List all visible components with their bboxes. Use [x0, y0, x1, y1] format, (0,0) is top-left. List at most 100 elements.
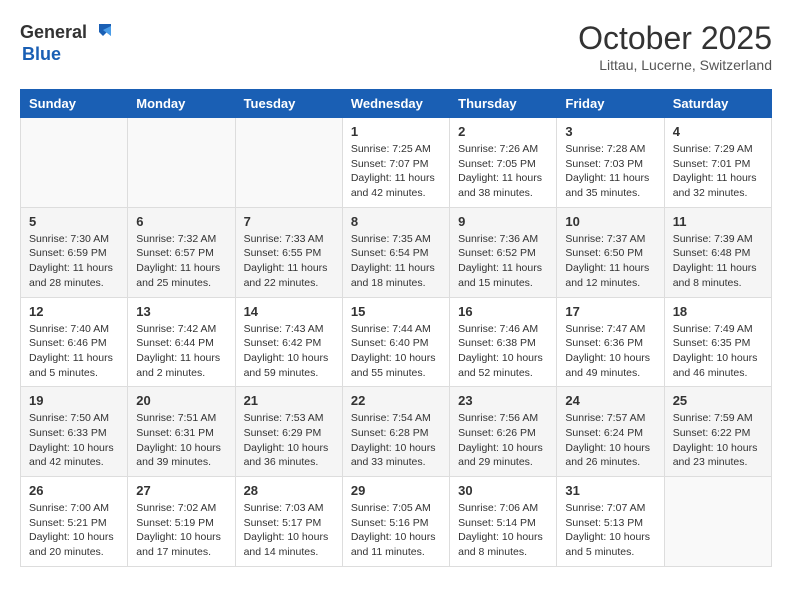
calendar-cell: 26 Sunrise: 7:00 AM Sunset: 5:21 PM Dayli… — [21, 477, 128, 567]
calendar-cell: 1Sunrise: 7:25 AM Sunset: 7:07 PM Daylig… — [342, 118, 449, 208]
calendar-cell: 16 Sunrise: 7:46 AM Sunset: 6:38 PM Dayli… — [450, 297, 557, 387]
calendar-cell: 12 Sunrise: 7:40 AM Sunset: 6:46 PM Dayli… — [21, 297, 128, 387]
day-number: 11 — [673, 214, 763, 229]
day-info: Sunrise: 7:32 AM Sunset: 6:57 PM Dayligh… — [136, 232, 226, 291]
day-number: 6 — [136, 214, 226, 229]
day-info: Sunrise: 7:30 AM Sunset: 6:59 PM Dayligh… — [29, 232, 119, 291]
logo-general: General — [20, 22, 87, 43]
calendar-cell: 23 Sunrise: 7:56 AM Sunset: 6:26 PM Dayli… — [450, 387, 557, 477]
calendar-cell: 5Sunrise: 7:30 AM Sunset: 6:59 PM Daylig… — [21, 207, 128, 297]
day-info: Sunrise: 7:47 AM Sunset: 6:36 PM Dayligh… — [565, 322, 655, 381]
day-number: 21 — [244, 393, 334, 408]
day-info: Sunrise: 7:54 AM Sunset: 6:28 PM Dayligh… — [351, 411, 441, 470]
day-number: 30 — [458, 483, 548, 498]
header-monday: Monday — [128, 90, 235, 118]
header-friday: Friday — [557, 90, 664, 118]
calendar-cell: 2 Sunrise: 7:26 AM Sunset: 7:05 PM Daylig… — [450, 118, 557, 208]
calendar-cell: 20 Sunrise: 7:51 AM Sunset: 6:31 PM Dayli… — [128, 387, 235, 477]
day-number: 10 — [565, 214, 655, 229]
day-info: Sunrise: 7:29 AM Sunset: 7:01 PM Dayligh… — [673, 142, 763, 201]
day-number: 20 — [136, 393, 226, 408]
header-tuesday: Tuesday — [235, 90, 342, 118]
calendar-cell — [21, 118, 128, 208]
calendar-cell: 3 Sunrise: 7:28 AM Sunset: 7:03 PM Daylig… — [557, 118, 664, 208]
calendar-week-row: 5Sunrise: 7:30 AM Sunset: 6:59 PM Daylig… — [21, 207, 772, 297]
day-number: 7 — [244, 214, 334, 229]
calendar-cell: 17 Sunrise: 7:47 AM Sunset: 6:36 PM Dayli… — [557, 297, 664, 387]
calendar-cell: 19Sunrise: 7:50 AM Sunset: 6:33 PM Dayli… — [21, 387, 128, 477]
calendar-cell — [664, 477, 771, 567]
logo-icon — [89, 20, 113, 44]
day-info: Sunrise: 7:57 AM Sunset: 6:24 PM Dayligh… — [565, 411, 655, 470]
calendar-cell: 6 Sunrise: 7:32 AM Sunset: 6:57 PM Daylig… — [128, 207, 235, 297]
day-number: 19 — [29, 393, 119, 408]
day-info: Sunrise: 7:37 AM Sunset: 6:50 PM Dayligh… — [565, 232, 655, 291]
calendar-cell: 13Sunrise: 7:42 AM Sunset: 6:44 PM Dayli… — [128, 297, 235, 387]
calendar-cell: 31 Sunrise: 7:07 AM Sunset: 5:13 PM Dayli… — [557, 477, 664, 567]
calendar-cell: 8Sunrise: 7:35 AM Sunset: 6:54 PM Daylig… — [342, 207, 449, 297]
calendar-week-row: 12 Sunrise: 7:40 AM Sunset: 6:46 PM Dayli… — [21, 297, 772, 387]
day-info: Sunrise: 7:43 AM Sunset: 6:42 PM Dayligh… — [244, 322, 334, 381]
calendar-cell: 15Sunrise: 7:44 AM Sunset: 6:40 PM Dayli… — [342, 297, 449, 387]
day-info: Sunrise: 7:00 AM Sunset: 5:21 PM Dayligh… — [29, 501, 119, 560]
calendar-cell: 18Sunrise: 7:49 AM Sunset: 6:35 PM Dayli… — [664, 297, 771, 387]
calendar-cell: 11 Sunrise: 7:39 AM Sunset: 6:48 PM Dayli… — [664, 207, 771, 297]
header-thursday: Thursday — [450, 90, 557, 118]
day-number: 31 — [565, 483, 655, 498]
calendar-cell: 7 Sunrise: 7:33 AM Sunset: 6:55 PM Daylig… — [235, 207, 342, 297]
calendar-header-row: SundayMondayTuesdayWednesdayThursdayFrid… — [21, 90, 772, 118]
day-number: 26 — [29, 483, 119, 498]
logo-blue: Blue — [22, 44, 61, 64]
day-info: Sunrise: 7:46 AM Sunset: 6:38 PM Dayligh… — [458, 322, 548, 381]
calendar-cell: 28 Sunrise: 7:03 AM Sunset: 5:17 PM Dayli… — [235, 477, 342, 567]
day-info: Sunrise: 7:03 AM Sunset: 5:17 PM Dayligh… — [244, 501, 334, 560]
calendar-cell: 27Sunrise: 7:02 AM Sunset: 5:19 PM Dayli… — [128, 477, 235, 567]
calendar-cell: 4Sunrise: 7:29 AM Sunset: 7:01 PM Daylig… — [664, 118, 771, 208]
header-saturday: Saturday — [664, 90, 771, 118]
day-number: 1 — [351, 124, 441, 139]
calendar-table: SundayMondayTuesdayWednesdayThursdayFrid… — [20, 89, 772, 567]
day-info: Sunrise: 7:33 AM Sunset: 6:55 PM Dayligh… — [244, 232, 334, 291]
day-number: 2 — [458, 124, 548, 139]
day-number: 12 — [29, 304, 119, 319]
calendar-cell: 9Sunrise: 7:36 AM Sunset: 6:52 PM Daylig… — [450, 207, 557, 297]
day-info: Sunrise: 7:53 AM Sunset: 6:29 PM Dayligh… — [244, 411, 334, 470]
day-info: Sunrise: 7:49 AM Sunset: 6:35 PM Dayligh… — [673, 322, 763, 381]
day-info: Sunrise: 7:42 AM Sunset: 6:44 PM Dayligh… — [136, 322, 226, 381]
day-info: Sunrise: 7:51 AM Sunset: 6:31 PM Dayligh… — [136, 411, 226, 470]
day-info: Sunrise: 7:39 AM Sunset: 6:48 PM Dayligh… — [673, 232, 763, 291]
calendar-cell: 29 Sunrise: 7:05 AM Sunset: 5:16 PM Dayli… — [342, 477, 449, 567]
day-number: 8 — [351, 214, 441, 229]
calendar-week-row: 19Sunrise: 7:50 AM Sunset: 6:33 PM Dayli… — [21, 387, 772, 477]
logo: General Blue — [20, 20, 113, 65]
calendar-cell: 25 Sunrise: 7:59 AM Sunset: 6:22 PM Dayli… — [664, 387, 771, 477]
day-info: Sunrise: 7:40 AM Sunset: 6:46 PM Dayligh… — [29, 322, 119, 381]
day-info: Sunrise: 7:59 AM Sunset: 6:22 PM Dayligh… — [673, 411, 763, 470]
calendar-week-row: 1Sunrise: 7:25 AM Sunset: 7:07 PM Daylig… — [21, 118, 772, 208]
day-info: Sunrise: 7:05 AM Sunset: 5:16 PM Dayligh… — [351, 501, 441, 560]
day-number: 15 — [351, 304, 441, 319]
day-number: 17 — [565, 304, 655, 319]
title-block: October 2025 Littau, Lucerne, Switzerlan… — [578, 20, 772, 73]
day-number: 22 — [351, 393, 441, 408]
day-info: Sunrise: 7:06 AM Sunset: 5:14 PM Dayligh… — [458, 501, 548, 560]
day-number: 24 — [565, 393, 655, 408]
day-number: 16 — [458, 304, 548, 319]
day-number: 25 — [673, 393, 763, 408]
day-number: 3 — [565, 124, 655, 139]
day-info: Sunrise: 7:07 AM Sunset: 5:13 PM Dayligh… — [565, 501, 655, 560]
month-title: October 2025 — [578, 20, 772, 57]
header-sunday: Sunday — [21, 90, 128, 118]
calendar-cell: 21 Sunrise: 7:53 AM Sunset: 6:29 PM Dayli… — [235, 387, 342, 477]
calendar-week-row: 26 Sunrise: 7:00 AM Sunset: 5:21 PM Dayli… — [21, 477, 772, 567]
page-header: General Blue October 2025 Littau, Lucern… — [20, 20, 772, 73]
day-info: Sunrise: 7:26 AM Sunset: 7:05 PM Dayligh… — [458, 142, 548, 201]
day-number: 29 — [351, 483, 441, 498]
day-info: Sunrise: 7:28 AM Sunset: 7:03 PM Dayligh… — [565, 142, 655, 201]
day-number: 23 — [458, 393, 548, 408]
day-number: 28 — [244, 483, 334, 498]
calendar-cell: 24 Sunrise: 7:57 AM Sunset: 6:24 PM Dayli… — [557, 387, 664, 477]
day-info: Sunrise: 7:56 AM Sunset: 6:26 PM Dayligh… — [458, 411, 548, 470]
calendar-cell: 22 Sunrise: 7:54 AM Sunset: 6:28 PM Dayli… — [342, 387, 449, 477]
calendar-cell — [235, 118, 342, 208]
